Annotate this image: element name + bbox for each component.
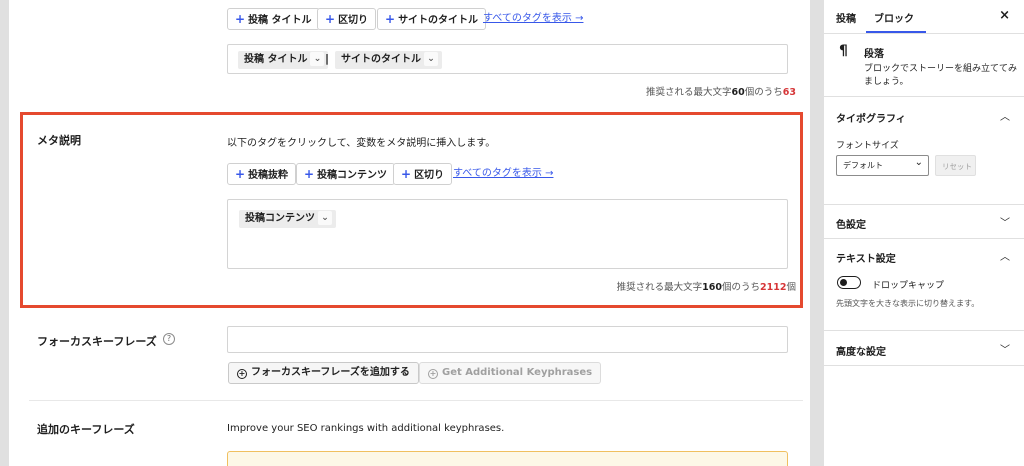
divider	[824, 96, 1024, 97]
focus-keyphrase-input[interactable]	[227, 326, 788, 353]
plus-icon: +	[325, 12, 336, 26]
block-name: 段落	[864, 49, 884, 60]
tag-button-post-title[interactable]: + 投稿 タイトル	[227, 8, 320, 30]
chevron-down-icon[interactable]: ﹀	[1000, 341, 1010, 356]
tab-post[interactable]: 投稿	[836, 10, 856, 25]
divider	[824, 330, 1024, 331]
paragraph-icon: ¶	[839, 43, 848, 59]
left-gutter	[0, 0, 9, 466]
add-focus-keyphrase-button[interactable]: + フォーカスキーフレーズを追加する	[228, 362, 419, 384]
help-icon[interactable]: ?	[163, 333, 175, 345]
chevron-up-icon[interactable]: ︿	[1000, 248, 1010, 263]
tag-button-site-title[interactable]: + サイトのタイトル	[377, 8, 487, 30]
show-all-tags-link[interactable]: すべてのタグを表示 →	[483, 12, 583, 26]
chevron-down-icon[interactable]: ⌄	[424, 52, 438, 66]
font-size-label: フォントサイズ	[836, 141, 899, 151]
upsell-notice-box	[227, 451, 788, 466]
tag-button-separator[interactable]: + 区切り	[317, 8, 377, 30]
dropcap-help: 先頭文字を大きな表示に切り替えます。	[836, 299, 980, 308]
block-settings-sidebar: 投稿 ブロック × ¶ 段落 ブロックでストーリーを組み立ててみ ましょう。 タ…	[824, 0, 1024, 466]
right-gutter	[810, 0, 824, 466]
divider	[824, 204, 1024, 205]
plus-circle-icon: +	[237, 369, 247, 379]
block-description-line-2: ましょう。	[864, 77, 909, 87]
additional-keyphrases-description: Improve your SEO rankings with additiona…	[227, 423, 505, 434]
tab-block[interactable]: ブロック	[874, 10, 914, 25]
text-settings-panel-title[interactable]: テキスト設定	[836, 250, 896, 265]
chevron-down-icon[interactable]: ⌄	[310, 52, 325, 66]
typography-panel-title[interactable]: タイポグラフィ	[836, 110, 906, 125]
dropcap-label: ドロップキャップ	[872, 281, 945, 291]
divider	[824, 365, 1024, 366]
font-size-select[interactable]: デフォルト ⌄	[836, 155, 929, 176]
color-panel-title[interactable]: 色設定	[836, 216, 866, 231]
title-length-counter: 推奨される最大文字60個のうち63	[646, 87, 796, 98]
highlight-frame	[20, 112, 803, 308]
get-additional-keyphrases-button[interactable]: + Get Additional Keyphrases	[419, 362, 602, 384]
plus-icon: +	[385, 12, 396, 26]
divider	[29, 400, 803, 401]
title-template-field[interactable]: 投稿 タイトル ⌄ | サイトのタイトル ⌄	[227, 44, 788, 74]
plus-circle-icon: +	[428, 369, 438, 379]
divider	[824, 238, 1024, 239]
block-description-line-1: ブロックでストーリーを組み立ててみ	[864, 64, 1018, 74]
dropcap-toggle[interactable]	[837, 276, 861, 289]
separator-text: |	[325, 52, 330, 65]
variable-chip-site-title[interactable]: サイトのタイトル ⌄	[335, 51, 442, 69]
additional-keyphrases-title: 追加のキーフレーズ	[37, 423, 135, 436]
chevron-down-icon: ⌄	[914, 157, 923, 168]
plus-icon: +	[235, 12, 246, 26]
font-size-reset-button[interactable]: リセット	[935, 155, 976, 176]
toggle-knob	[840, 279, 847, 286]
variable-chip-post-title[interactable]: 投稿 タイトル ⌄	[238, 51, 329, 69]
focus-keyphrase-title: フォーカスキーフレーズ	[37, 335, 157, 348]
chevron-down-icon[interactable]: ﹀	[1000, 214, 1010, 229]
advanced-panel-title[interactable]: 高度な設定	[836, 343, 886, 358]
chevron-up-icon[interactable]: ︿	[1000, 108, 1010, 123]
divider	[824, 33, 1024, 34]
close-icon[interactable]: ×	[999, 8, 1010, 23]
